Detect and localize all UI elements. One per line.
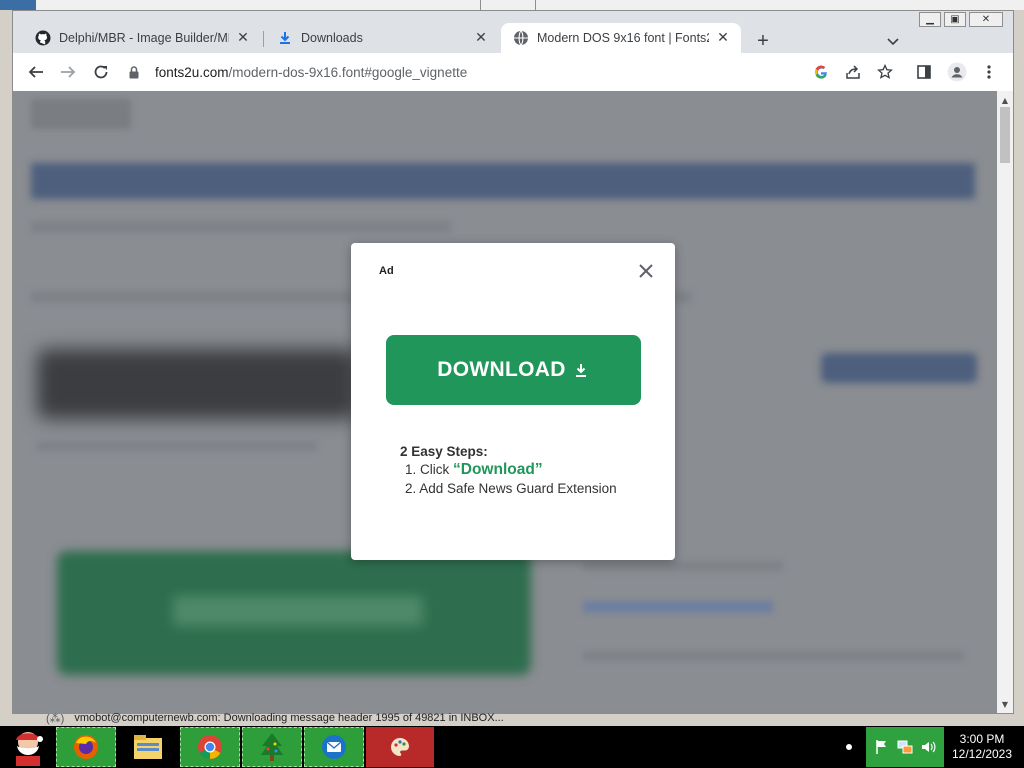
close-tab-icon[interactable]: ✕	[235, 30, 251, 46]
tree-taskbar-button[interactable]	[242, 727, 302, 767]
github-icon	[35, 30, 51, 46]
status-text: vmobot@computernewb.com: Downloading mes…	[74, 712, 504, 724]
new-tab-button[interactable]: +	[751, 29, 775, 53]
url-text: fonts2u.com/modern-dos-9x16.font#google_…	[155, 65, 467, 80]
profile-icon	[947, 62, 967, 82]
file-manager-taskbar-button[interactable]	[118, 727, 178, 767]
firefox-taskbar-button[interactable]	[56, 727, 116, 767]
close-tab-icon[interactable]: ✕	[473, 30, 489, 46]
google-lens-button[interactable]	[809, 60, 833, 84]
bookmark-button[interactable]	[873, 60, 897, 84]
flag-icon[interactable]	[874, 739, 890, 755]
side-panel-button[interactable]	[912, 60, 936, 84]
star-icon	[877, 64, 893, 79]
forward-icon	[61, 66, 76, 78]
globe-icon	[513, 30, 529, 46]
close-ad-button[interactable]	[637, 262, 655, 280]
lock-icon[interactable]	[125, 63, 143, 81]
reload-icon	[94, 65, 108, 79]
url-path: /modern-dos-9x16.font#google_vignette	[228, 64, 468, 80]
blurred-button	[821, 353, 977, 383]
step-2: 2. Add Safe News Guard Extension	[405, 481, 617, 496]
scroll-thumb[interactable]	[1000, 107, 1010, 163]
file-manager-icon	[134, 735, 162, 759]
page-viewport: Ad DOWNLOAD 2 Easy Steps: 1. Click “Down…	[13, 91, 997, 713]
share-icon	[846, 65, 860, 79]
back-icon	[28, 66, 43, 78]
clock-time: 3:00 PM	[959, 732, 1005, 746]
blurred-link	[583, 601, 773, 613]
chevron-down-icon	[887, 38, 899, 46]
download-button-label: DOWNLOAD	[437, 358, 566, 381]
clock[interactable]: 3:00 PM 12/12/2023	[944, 727, 1020, 767]
back-button[interactable]	[24, 60, 48, 84]
download-button[interactable]: DOWNLOAD	[386, 335, 641, 405]
blurred-text-line	[37, 441, 317, 451]
vertical-scrollbar[interactable]: ▲ ▼	[997, 91, 1013, 713]
menu-icon	[987, 65, 991, 79]
reload-button[interactable]	[89, 60, 113, 84]
tab-label: Delphi/MBR - Image Builder/MBR	[59, 31, 229, 45]
download-arrow-icon	[574, 362, 590, 378]
close-tab-icon[interactable]: ✕	[715, 30, 731, 46]
tab-strip: Delphi/MBR - Image Builder/MBR ✕ Downloa…	[13, 21, 1013, 53]
profile-button[interactable]	[945, 60, 969, 84]
url-host: fonts2u.com	[155, 64, 229, 80]
ad-modal: Ad DOWNLOAD 2 Easy Steps: 1. Click “Down…	[351, 243, 675, 560]
chrome-icon	[198, 735, 222, 759]
side-panel-icon	[917, 65, 931, 79]
thunderbird-icon	[322, 735, 346, 759]
blurred-site-logo	[31, 99, 131, 129]
scroll-up-icon[interactable]: ▲	[997, 93, 1013, 107]
clock-date: 12/12/2023	[951, 747, 1013, 761]
step-1: 1. Click “Download”	[405, 460, 617, 479]
tab-search-button[interactable]	[881, 31, 905, 53]
thunderbird-taskbar-button[interactable]	[304, 727, 364, 767]
google-icon	[814, 65, 827, 79]
status-prefix: (⁂)	[46, 712, 65, 725]
tree-icon	[261, 733, 283, 761]
blurred-page-title	[37, 349, 357, 419]
download-icon	[277, 30, 293, 46]
blurred-banner-text	[173, 596, 423, 626]
paint-taskbar-button[interactable]	[366, 727, 434, 767]
firefox-icon	[74, 735, 98, 759]
steps-heading: 2 Easy Steps:	[400, 444, 488, 459]
blurred-text-line	[583, 561, 783, 571]
notification-dot	[846, 744, 852, 750]
address-bar[interactable]: fonts2u.com/modern-dos-9x16.font#google_…	[125, 57, 915, 87]
tab-github[interactable]: Delphi/MBR - Image Builder/MBR ✕	[23, 23, 261, 53]
status-line: (⁂) vmobot@computernewb.com: Downloading…	[46, 710, 1006, 726]
share-button[interactable]	[841, 60, 865, 84]
system-tray	[866, 727, 944, 767]
scroll-down-icon[interactable]: ▼	[997, 697, 1013, 711]
blurred-text-line	[583, 651, 963, 661]
desktop-corner	[0, 0, 36, 10]
step-1-download-link[interactable]: “Download”	[453, 461, 543, 478]
start-icon	[16, 732, 43, 766]
browser-window: ▁ ▣ ✕ Delphi/MBR - Image Builder/MBR ✕ D…	[12, 10, 1014, 714]
step-1-prefix: 1. Click	[405, 462, 454, 477]
volume-icon[interactable]	[920, 739, 936, 755]
forward-button[interactable]	[56, 60, 80, 84]
chrome-taskbar-button[interactable]	[180, 727, 240, 767]
paint-icon	[391, 738, 409, 756]
start-button[interactable]	[2, 727, 54, 767]
close-icon	[639, 264, 653, 278]
network-icon[interactable]	[897, 739, 913, 755]
blurred-text-line	[31, 221, 451, 233]
blurred-nav-bar	[31, 163, 975, 199]
taskbar: 3:00 PM 12/12/2023	[0, 726, 1024, 768]
browser-toolbar: fonts2u.com/modern-dos-9x16.font#google_…	[13, 53, 1013, 91]
tab-separator	[263, 31, 264, 47]
tab-label: Modern DOS 9x16 font | Fonts2u	[537, 31, 709, 45]
tab-label: Downloads	[301, 31, 363, 45]
ad-label: Ad	[379, 265, 394, 277]
install-steps: 2 Easy Steps: 1. Click “Download” 2. Add…	[400, 444, 617, 498]
menu-button[interactable]	[977, 60, 1001, 84]
tab-fonts2u[interactable]: Modern DOS 9x16 font | Fonts2u ✕	[501, 23, 741, 53]
tab-downloads[interactable]: Downloads ✕	[265, 23, 499, 53]
